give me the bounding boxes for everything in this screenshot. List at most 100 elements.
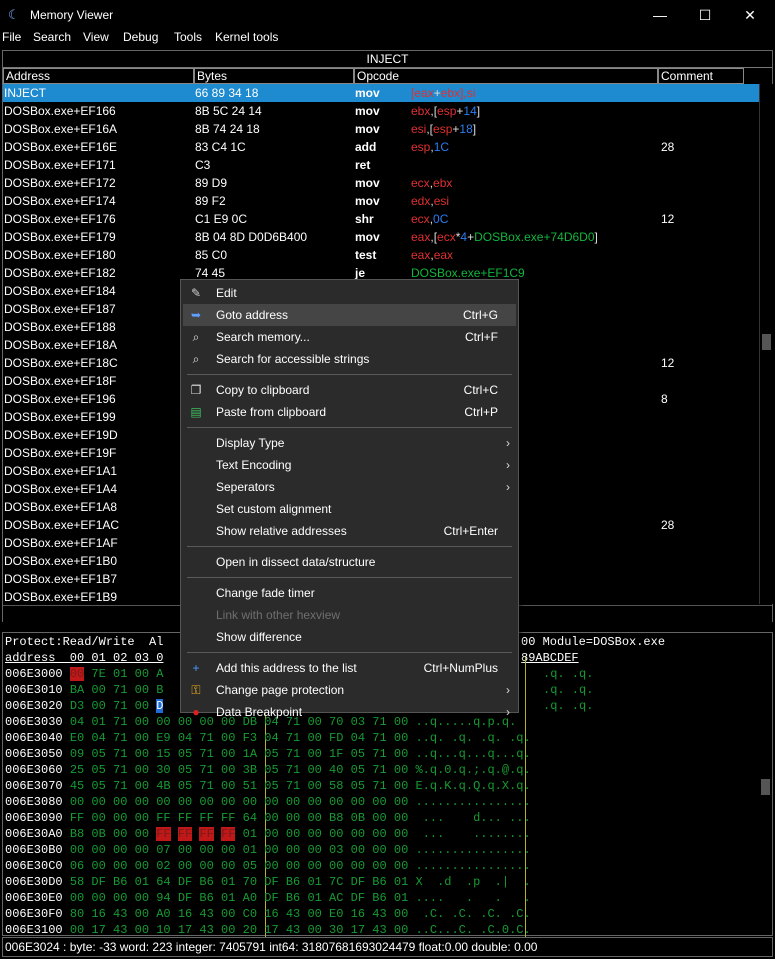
hex-header-left: address 00 01 02 03 0 [5,651,164,665]
hex-row[interactable]: 006E30F0 80 16 43 00 A0 16 43 00 C0 16 4… [5,906,531,922]
disasm-row[interactable]: DOSBox.exe+EF174 89 F2 mov edx,esi [3,192,759,210]
scroll-thumb[interactable] [761,779,770,795]
changed-byte: 00 [69,667,85,681]
menu-item-data-breakpoint[interactable]: ● Data Breakpoint › [183,701,516,723]
disasm-row[interactable]: DOSBox.exe+EF166 8B 5C 24 14 mov ebx,[esp+1… [3,102,759,120]
disasm-row[interactable]: DOSBox.exe+EF176 C1 E9 0C shr ecx,0C 12 [3,210,759,228]
menu-view[interactable]: View [83,30,109,44]
hex-header-right: 89ABCDEF [521,651,579,665]
column-opcode[interactable]: Opcode [354,68,658,84]
row-address: DOSBox.exe+EF16A [4,122,118,136]
row-bytes: 8B 5C 24 14 [195,104,262,118]
paste-icon: ▤ [190,405,202,419]
disasm-row[interactable]: DOSBox.exe+EF16A 8B 74 24 18 mov esi,[esp+1… [3,120,759,138]
hex-row[interactable]: 006E3000 00 7E 01 00 A .q. .q. [5,666,593,682]
row-address: DOSBox.exe+EF18C [4,356,118,370]
menu-item-show-difference[interactable]: Show difference [183,626,516,648]
disasm-row[interactable]: DOSBox.exe+EF179 8B 04 8D D0D6B400 mov eax,… [3,228,759,246]
menu-item-label: Search for accessible strings [216,352,370,366]
menu-file[interactable]: File [2,30,21,44]
menu-item-seperators[interactable]: Seperators › [183,476,516,498]
window-title: Memory Viewer [30,8,114,22]
menu-item-shortcut: Ctrl+F [465,330,498,344]
hex-row[interactable]: 006E3060 25 05 71 00 30 05 71 00 3B 05 7… [5,762,531,778]
row-opcode: test [355,248,377,262]
disassembler-header: INJECT [3,51,772,68]
search-strings-icon: ⌕ [192,352,200,366]
menu-item-label: Search memory... [216,330,310,344]
menu-separator [187,652,512,653]
hex-row[interactable]: 006E3090 FF 00 00 00 FF FF FF FF 64 00 0… [5,810,531,826]
maximize-button[interactable]: ☐ [690,5,720,25]
menu-item-text-encoding[interactable]: Text Encoding › [183,454,516,476]
menu-item-add-this-address-to-the-list[interactable]: + Add this address to the list Ctrl+NumPlu… [183,657,516,679]
hex-row-address: 006E30E0 [5,891,70,905]
hex-row[interactable]: 006E30D0 58 DF B6 01 64 DF B6 01 70 DF B… [5,874,531,890]
scroll-thumb[interactable] [762,334,771,350]
disasm-row[interactable]: DOSBox.exe+EF172 89 D9 mov ecx,ebx [3,174,759,192]
row-address: DOSBox.exe+EF1A4 [4,482,118,496]
menu-item-change-page-protection[interactable]: ⚿ Change page protection › [183,679,516,701]
hex-row[interactable]: 006E30A0 B8 0B 00 00 FF FF FF FF 01 00 0… [5,826,531,842]
menu-item-set-custom-alignment[interactable]: Set custom alignment [183,498,516,520]
row-address: DOSBox.exe+EF196 [4,392,116,406]
menu-item-goto-address[interactable]: ➥ Goto address Ctrl+G [183,304,516,326]
row-address: DOSBox.exe+EF1B7 [4,572,118,586]
hex-row[interactable]: 006E3100 00 17 43 00 10 17 43 00 20 17 4… [5,922,531,938]
column-address[interactable]: Address [3,68,194,84]
hex-row[interactable]: 006E3010 BA 00 71 00 B .q. .q. [5,682,593,698]
disasm-row[interactable]: DOSBox.exe+EF171 C3 ret [3,156,759,174]
menu-item-change-fade-timer[interactable]: Change fade timer [183,582,516,604]
hex-row-bytes: E0 04 71 00 E9 04 71 00 F3 04 71 00 FD 0… [69,731,531,745]
selected-byte[interactable]: D [156,699,164,713]
hex-row-address: 006E30D0 [5,875,70,889]
menu-item-search-memory[interactable]: ⌕ Search memory... Ctrl+F [183,326,516,348]
row-address: DOSBox.exe+EF176 [4,212,116,226]
operand-token: ] [472,122,477,136]
menu-item-label: Text Encoding [216,458,292,472]
menu-item-edit[interactable]: ✎ Edit [183,282,516,304]
menu-item-copy-to-clipboard[interactable]: ❐ Copy to clipboard Ctrl+C [183,379,516,401]
operand-token: ebx [433,176,453,190]
hex-row[interactable]: 006E3050 09 05 71 00 15 05 71 00 1A 05 7… [5,746,531,762]
submenu-arrow-icon: › [506,480,510,494]
row-operands: eax,eax [411,246,453,264]
menu-item-display-type[interactable]: Display Type › [183,432,516,454]
column-comment[interactable]: Comment [658,68,744,84]
row-bytes: 89 F2 [195,194,226,208]
menu-item-paste-from-clipboard[interactable]: ▤ Paste from clipboard Ctrl+P [183,401,516,423]
close-button[interactable]: ✕ [735,5,765,25]
disassembler-scrollbar[interactable] [759,84,773,604]
changed-byte: FF [199,827,214,841]
hex-row[interactable]: 006E30C0 06 00 00 00 02 00 00 00 05 00 0… [5,858,531,874]
hex-spacer [214,827,221,841]
menu-debug[interactable]: Debug [123,30,158,44]
menu-item-search-for-accessible-strings[interactable]: ⌕ Search for accessible strings [183,348,516,370]
hex-row[interactable]: 006E30E0 00 00 00 00 94 DF B6 01 A0 DF B… [5,890,531,906]
hex-row[interactable]: 006E3020 D3 00 71 00 D .q. .q. [5,698,593,714]
hex-row[interactable]: 006E3080 00 00 00 00 00 00 00 00 00 00 0… [5,794,531,810]
row-address: DOSBox.exe+EF180 [4,248,116,262]
menu-item-open-in-dissect-data-structure[interactable]: Open in dissect data/structure [183,551,516,573]
row-comment: 28 [661,140,675,154]
hex-row[interactable]: 006E30B0 00 00 00 00 07 00 00 00 01 00 0… [5,842,531,858]
row-opcode: mov [355,104,380,118]
hex-scrollbar[interactable] [759,633,772,935]
hex-row-bytes: 00 00 00 00 00 00 00 00 00 00 00 00 00 0… [69,795,531,809]
minimize-button[interactable]: — [645,5,675,25]
operand-token: esi [411,122,427,136]
disasm-row[interactable]: DOSBox.exe+EF180 85 C0 test eax,eax [3,246,759,264]
operand-token: eax [411,230,431,244]
disasm-row[interactable]: INJECT 66 89 34 18 mov [eax+ebx],si [3,84,759,102]
menu-search[interactable]: Search [33,30,71,44]
hex-row[interactable]: 006E3070 45 05 71 00 4B 05 71 00 51 05 7… [5,778,531,794]
operand-token: eax [433,248,454,262]
menu-item-show-relative-addresses[interactable]: Show relative addresses Ctrl+Enter [183,520,516,542]
column-bytes[interactable]: Bytes [194,68,354,84]
hex-row-bytes: 58 DF B6 01 64 DF B6 01 70 DF B6 01 7C D… [69,875,531,889]
hex-row[interactable]: 006E3040 E0 04 71 00 E9 04 71 00 F3 04 7… [5,730,531,746]
menu-kernel-tools[interactable]: Kernel tools [215,30,278,44]
disasm-row[interactable]: DOSBox.exe+EF16E 83 C4 1C add esp,1C 28 [3,138,759,156]
menu-tools[interactable]: Tools [174,30,202,44]
menu-item-label: Copy to clipboard [216,383,310,397]
